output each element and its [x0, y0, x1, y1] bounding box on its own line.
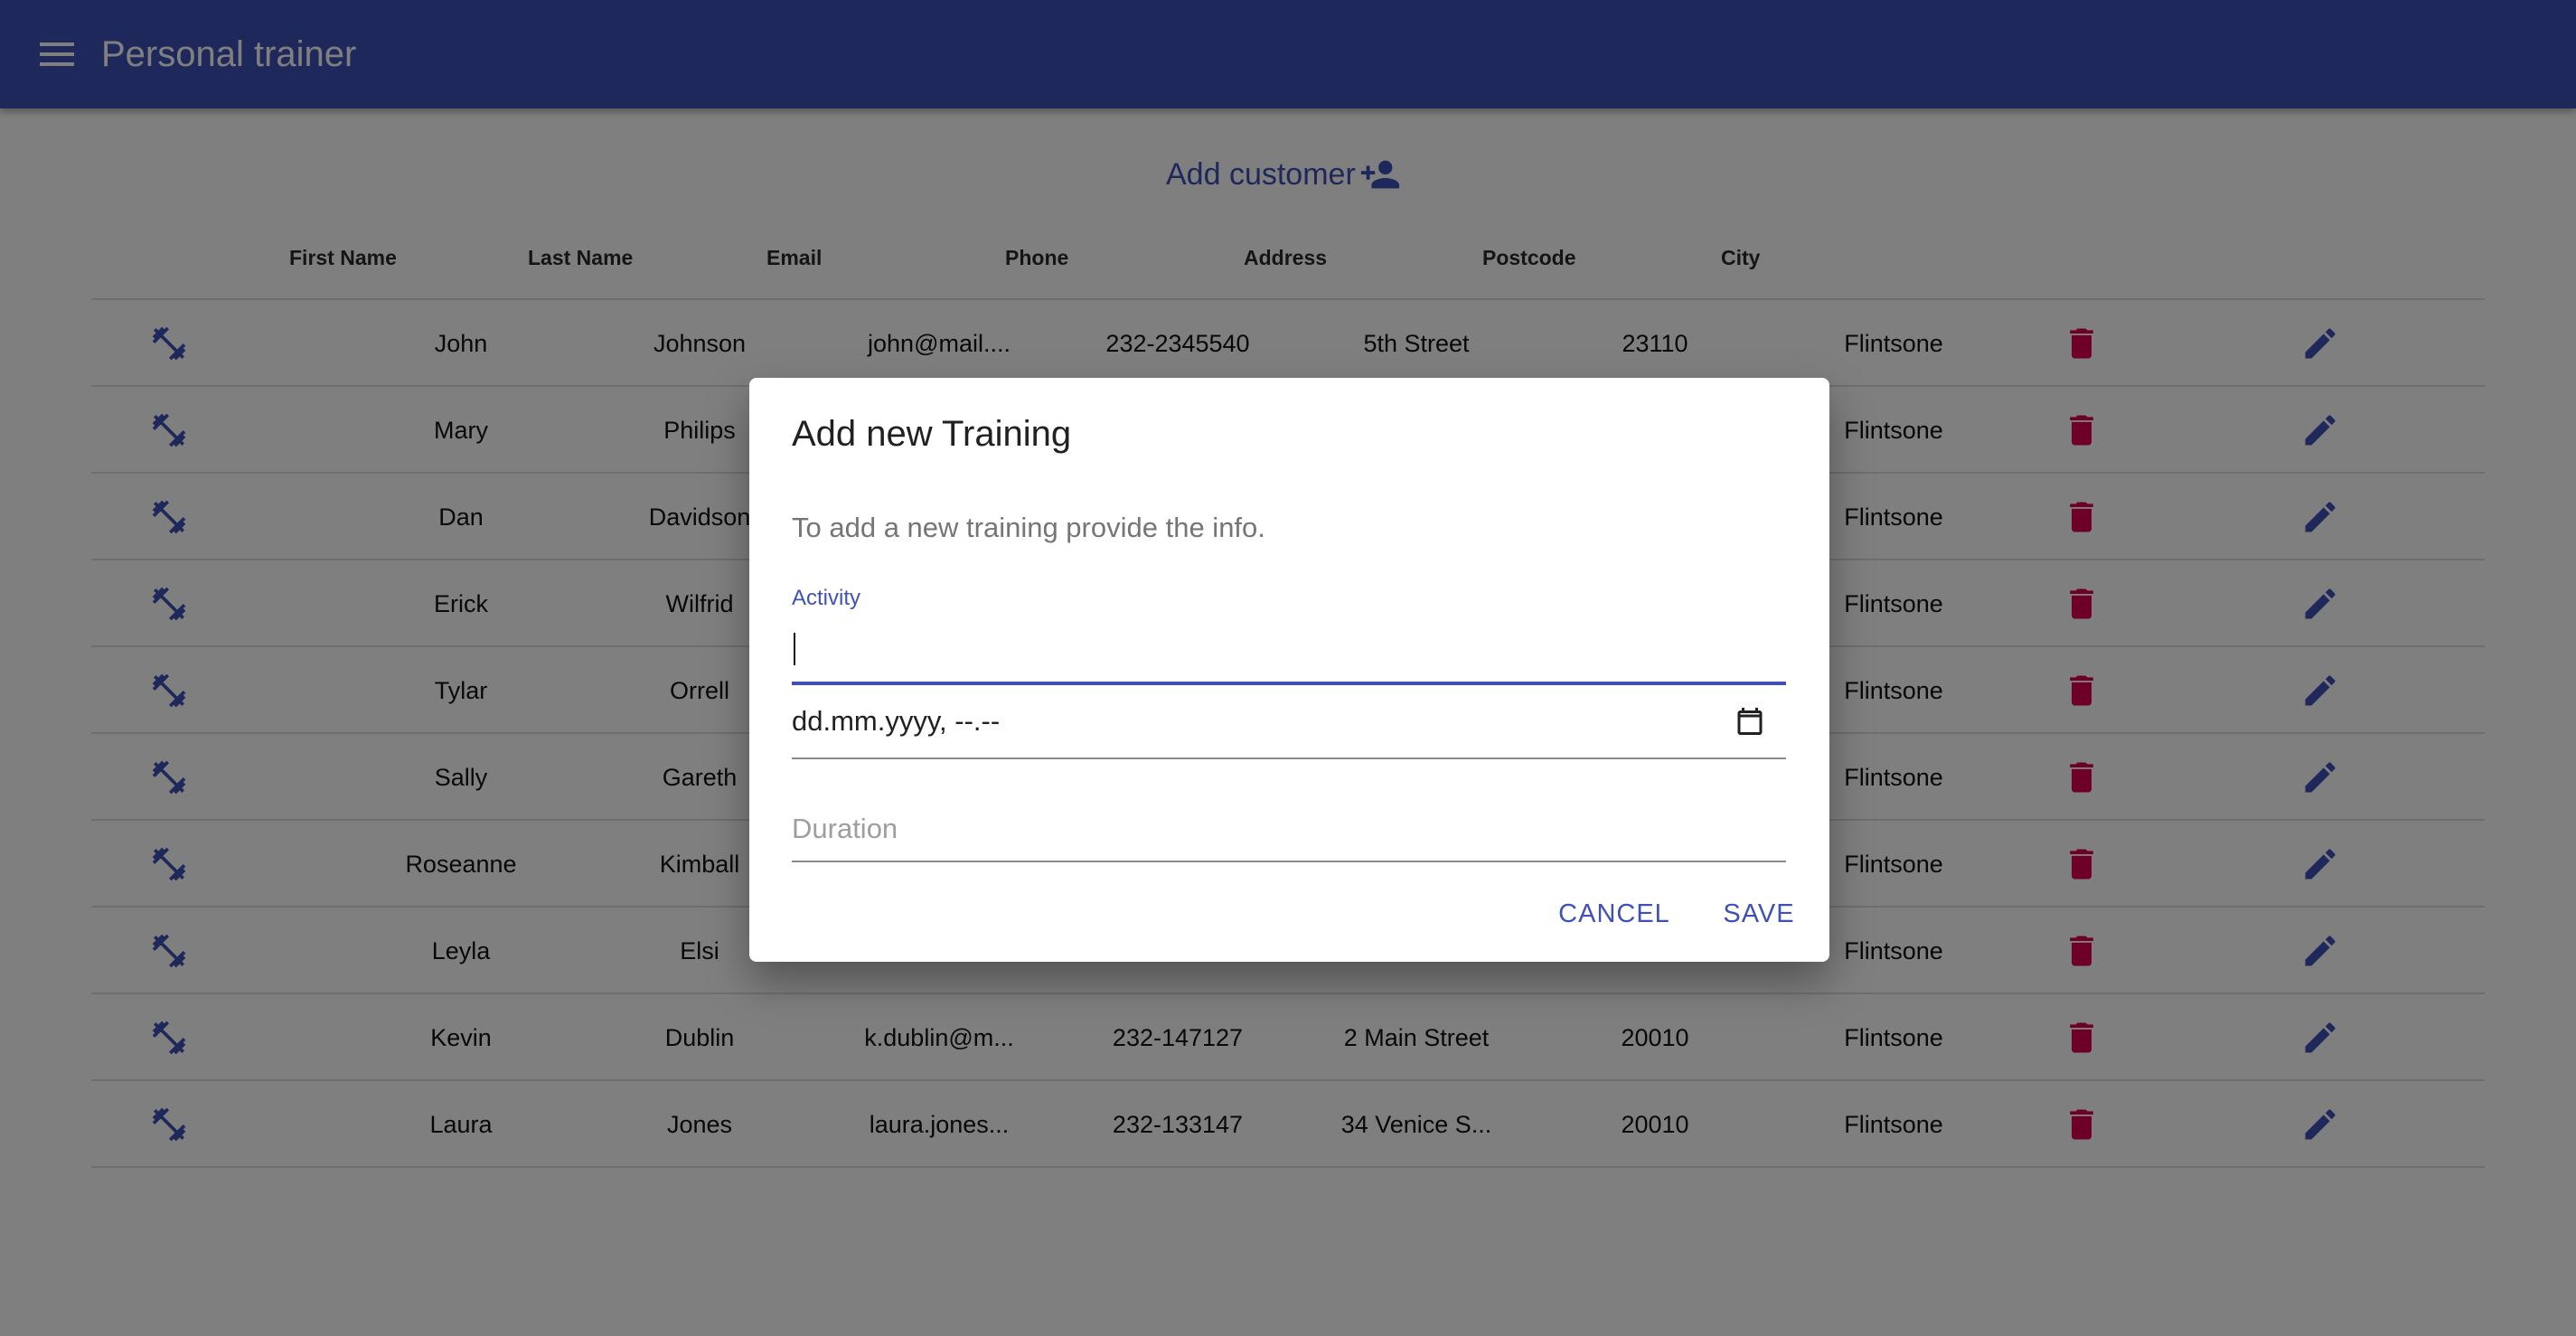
- cancel-button[interactable]: CANCEL: [1556, 891, 1673, 936]
- add-training-dialog: Add new Training To add a new training p…: [749, 378, 1829, 962]
- calendar-icon[interactable]: [1734, 705, 1766, 738]
- save-button[interactable]: SAVE: [1715, 891, 1803, 936]
- activity-label: Activity: [792, 586, 861, 610]
- duration-field: [792, 776, 1786, 862]
- date-input[interactable]: dd.mm.yyyy, --.--: [792, 705, 1000, 738]
- dialog-title: Add new Training: [792, 414, 1072, 454]
- date-field[interactable]: dd.mm.yyyy, --.--: [792, 685, 1786, 759]
- text-caret: [794, 633, 795, 665]
- dialog-description: To add a new training provide the info.: [792, 512, 1265, 543]
- activity-field: Activity: [792, 586, 1786, 685]
- duration-input[interactable]: [792, 803, 1786, 855]
- activity-input[interactable]: [792, 624, 1786, 676]
